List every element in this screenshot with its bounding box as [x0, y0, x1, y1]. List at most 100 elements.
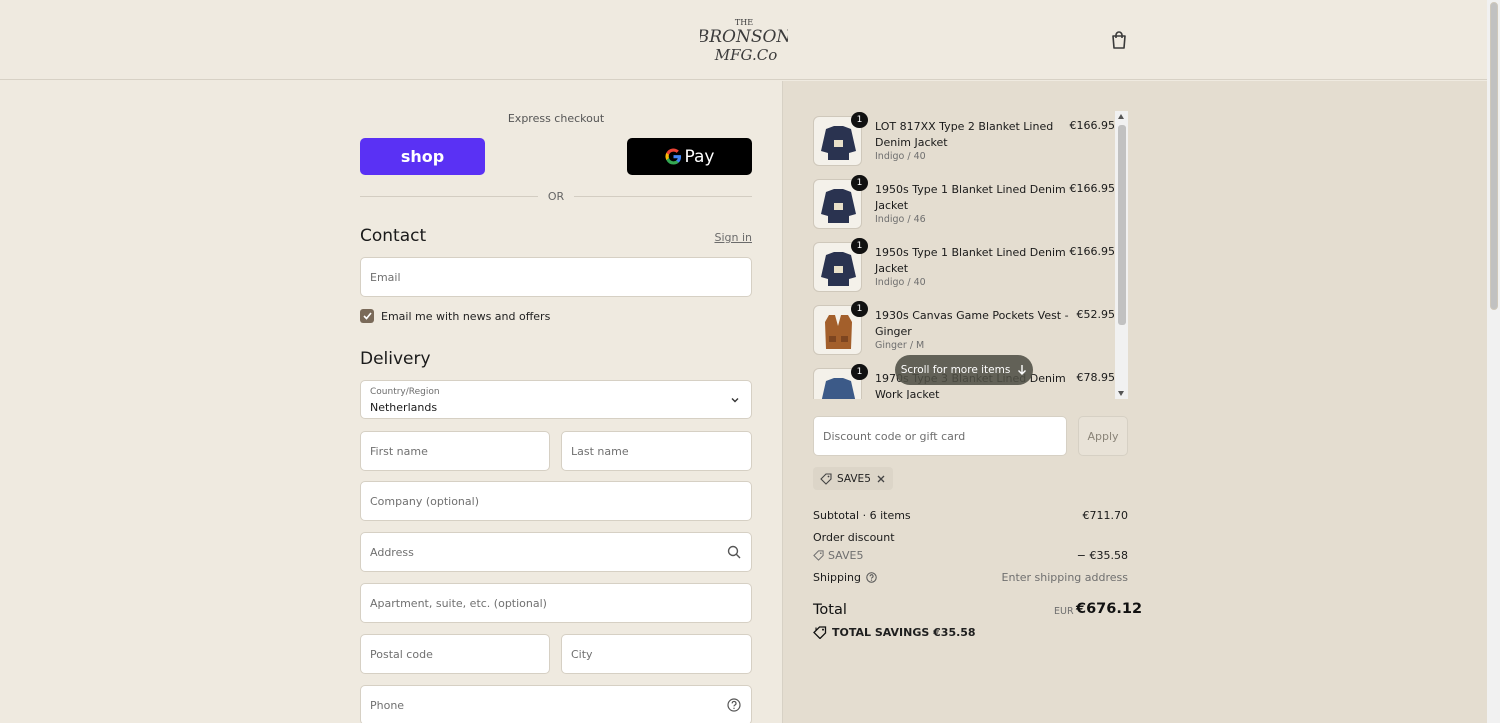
newsletter-checkbox[interactable]: [360, 309, 374, 323]
postal-code-field[interactable]: [360, 634, 550, 674]
product-price: €52.95: [1076, 308, 1116, 321]
country-select[interactable]: Country/Region Netherlands: [360, 380, 752, 419]
express-checkout-title: Express checkout: [507, 112, 605, 125]
applied-code-label: SAVE5: [837, 472, 871, 485]
product-variant: Indigo / 46: [875, 214, 926, 225]
product-name: 1930s Canvas Game Pockets Vest - Ginger: [875, 309, 1069, 338]
country-value: Netherlands: [370, 401, 438, 414]
last-name-input[interactable]: [562, 432, 751, 470]
postal-code-input[interactable]: [361, 635, 549, 673]
divider-right: [574, 196, 752, 197]
product-price: €166.95: [1069, 119, 1116, 132]
address-field[interactable]: [360, 532, 752, 572]
country-label: Country/Region: [370, 387, 440, 397]
order-discount-row: Order discount: [813, 531, 1128, 544]
page-scrollbar-thumb[interactable]: [1490, 2, 1498, 310]
shopping-bag-icon[interactable]: [1110, 30, 1128, 50]
apartment-field[interactable]: [360, 583, 752, 623]
newsletter-checkbox-row[interactable]: Email me with news and offers: [360, 308, 550, 324]
cart-items-scrollbar[interactable]: [1115, 111, 1128, 399]
shipping-row: Shipping Enter shipping address: [813, 571, 1128, 584]
address-input[interactable]: [361, 533, 751, 571]
scroll-for-more-button[interactable]: Scroll for more items: [895, 355, 1033, 385]
logo-text-3: MFG.Co: [714, 46, 778, 64]
quantity-badge: 1: [851, 364, 868, 380]
quantity-badge: 1: [851, 175, 868, 191]
tag-icon: [813, 550, 824, 561]
currency-code: EUR: [1054, 606, 1074, 617]
tag-icon: [813, 626, 827, 639]
scroll-down-arrow-icon[interactable]: [1118, 391, 1124, 396]
subtotal-label: Subtotal · 6 items: [813, 509, 911, 522]
order-discount-label: Order discount: [813, 531, 895, 544]
product-price: €166.95: [1069, 182, 1116, 195]
apartment-input[interactable]: [361, 584, 751, 622]
applied-discount-chip: SAVE5: [813, 467, 893, 490]
company-input[interactable]: [361, 482, 751, 520]
arrow-down-icon: [1018, 365, 1027, 375]
cart-item: 1 1930s Canvas Game Pockets Vest - Ginge…: [813, 300, 1128, 362]
total-label: Total: [813, 602, 847, 618]
checkmark-icon: [362, 312, 372, 320]
or-divider-label: OR: [547, 190, 565, 203]
jacket-shape: [821, 378, 856, 399]
product-variant: Indigo / 40: [875, 277, 926, 288]
last-name-field[interactable]: [561, 431, 752, 471]
chevron-down-icon: [731, 398, 739, 403]
remove-code-icon[interactable]: [876, 474, 886, 484]
contact-title: Contact: [360, 226, 427, 246]
phone-input[interactable]: [361, 686, 751, 723]
cart-item: 1 LOT 817XX Type 2 Blanket Lined Denim J…: [813, 111, 1128, 173]
help-icon[interactable]: [866, 572, 877, 583]
header-bar: THE BRONSON MFG.Co: [0, 0, 1487, 80]
google-pay-button[interactable]: Pay: [627, 138, 752, 175]
scroll-hint-label: Scroll for more items: [900, 364, 1011, 376]
email-field[interactable]: [360, 257, 752, 297]
subtotal-value: €711.70: [1082, 509, 1129, 522]
first-name-input[interactable]: [361, 432, 549, 470]
city-input[interactable]: [562, 635, 751, 673]
sign-in-link[interactable]: Sign in: [700, 231, 752, 244]
email-input[interactable]: [361, 258, 751, 296]
phone-field[interactable]: [360, 685, 752, 723]
total-savings-label: TOTAL SAVINGS €35.58: [832, 626, 976, 639]
scroll-up-arrow-icon[interactable]: [1118, 114, 1124, 119]
discount-code-field[interactable]: [813, 416, 1067, 456]
product-price: €78.95: [1076, 371, 1116, 384]
help-icon[interactable]: [727, 698, 741, 712]
shipping-value: Enter shipping address: [1001, 571, 1128, 584]
shop-pay-button[interactable]: shop: [360, 138, 485, 175]
product-name: LOT 817XX Type 2 Blanket Lined Denim Jac…: [875, 120, 1054, 149]
product-variant: Ginger / M: [875, 340, 925, 351]
company-field[interactable]: [360, 481, 752, 521]
cart-item: 1 1950s Type 1 Blanket Lined Denim Jacke…: [813, 237, 1128, 299]
scrollbar-thumb[interactable]: [1118, 125, 1126, 325]
vest-shape: [825, 315, 852, 349]
shop-pay-label: shop: [400, 147, 445, 166]
quantity-badge: 1: [851, 112, 868, 128]
first-name-field[interactable]: [360, 431, 550, 471]
quantity-badge: 1: [851, 301, 868, 317]
product-name: 1950s Type 1 Blanket Lined Denim Jacket: [875, 246, 1066, 275]
discount-value: − €35.58: [1076, 549, 1128, 562]
google-g-icon: [664, 148, 681, 165]
cart-item: 1 1950s Type 1 Blanket Lined Denim Jacke…: [813, 174, 1128, 236]
logo-text-2: BRONSON: [700, 27, 788, 47]
page-scrollbar[interactable]: [1487, 0, 1500, 723]
discount-code-input[interactable]: [814, 417, 1066, 455]
tag-icon: [820, 472, 832, 485]
quantity-badge: 1: [851, 238, 868, 254]
product-price: €166.95: [1069, 245, 1116, 258]
product-name: 1950s Type 1 Blanket Lined Denim Jacket: [875, 183, 1066, 212]
city-field[interactable]: [561, 634, 752, 674]
apply-discount-button[interactable]: Apply: [1078, 416, 1128, 456]
logo-text-1: THE: [735, 18, 753, 27]
subtotal-row: Subtotal · 6 items €711.70: [813, 509, 1128, 522]
shipping-label: Shipping: [813, 571, 861, 584]
brand-logo[interactable]: THE BRONSON MFG.Co: [700, 14, 788, 66]
discount-code-label: SAVE5: [828, 549, 864, 562]
google-pay-label: Pay: [684, 146, 715, 167]
divider-left: [360, 196, 538, 197]
search-icon: [727, 545, 741, 559]
total-value: €676.12: [1076, 601, 1143, 617]
